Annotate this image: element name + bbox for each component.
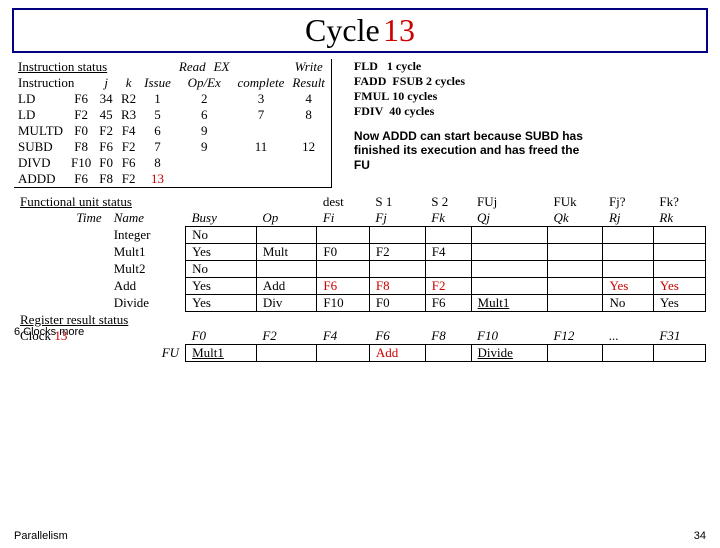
title-box: Cycle 13	[12, 8, 708, 53]
col-write: Write	[288, 59, 329, 75]
instr-heading: Instruction status	[14, 59, 140, 75]
latency-notes: FLD 1 cycle FADD FSUB 2 cycles FMUL 10 c…	[354, 59, 584, 172]
fu-row: Mult2No	[14, 261, 706, 278]
col-read: Read	[175, 59, 210, 75]
instr-row: SUBDF8F6F2791112	[14, 139, 329, 155]
instr-row: ADDDF6F8F213	[14, 171, 329, 187]
fu-row: AddYesAddF6F8F2YesYes	[14, 278, 706, 295]
fu-row: IntegerNo	[14, 227, 706, 244]
title-word1: Cycle	[305, 12, 380, 48]
comment-text: Now ADDD can start because SUBD has fini…	[354, 129, 584, 172]
instr-row: LDF634R21234	[14, 91, 329, 107]
functional-unit-status: Functional unit status dest S 1 S 2 FUj …	[14, 194, 706, 362]
col-k: k	[117, 75, 140, 91]
col-opex: Op/Ex	[175, 75, 234, 91]
fu-heading: Functional unit status	[14, 194, 256, 210]
reg-row: FU Mult1 Add Divide	[14, 345, 706, 362]
col-issue: Issue	[140, 75, 175, 91]
instr-row: MULTDF0F2F469	[14, 123, 329, 139]
clocks-more-note: 6 Clocks more	[14, 326, 84, 338]
footer: Parallelism 34	[14, 530, 706, 542]
col-instruction: Instruction	[14, 75, 95, 91]
col-complete: complete	[234, 75, 289, 91]
fu-row: DivideYesDivF10F0F6Mult1NoYes	[14, 295, 706, 312]
instr-row: LDF245R35678	[14, 107, 329, 123]
title-word2: 13	[383, 12, 415, 48]
instruction-status-table: Instruction status Read EX Write Instruc…	[14, 59, 332, 188]
fu-row: Mult1YesMultF0F2F4	[14, 244, 706, 261]
col-j: j	[95, 75, 117, 91]
footer-left: Parallelism	[14, 530, 68, 542]
col-ex: EX	[210, 59, 234, 75]
col-result: Result	[288, 75, 329, 91]
instr-row: DIVDF10F0F68	[14, 155, 329, 171]
footer-page: 34	[694, 530, 706, 542]
